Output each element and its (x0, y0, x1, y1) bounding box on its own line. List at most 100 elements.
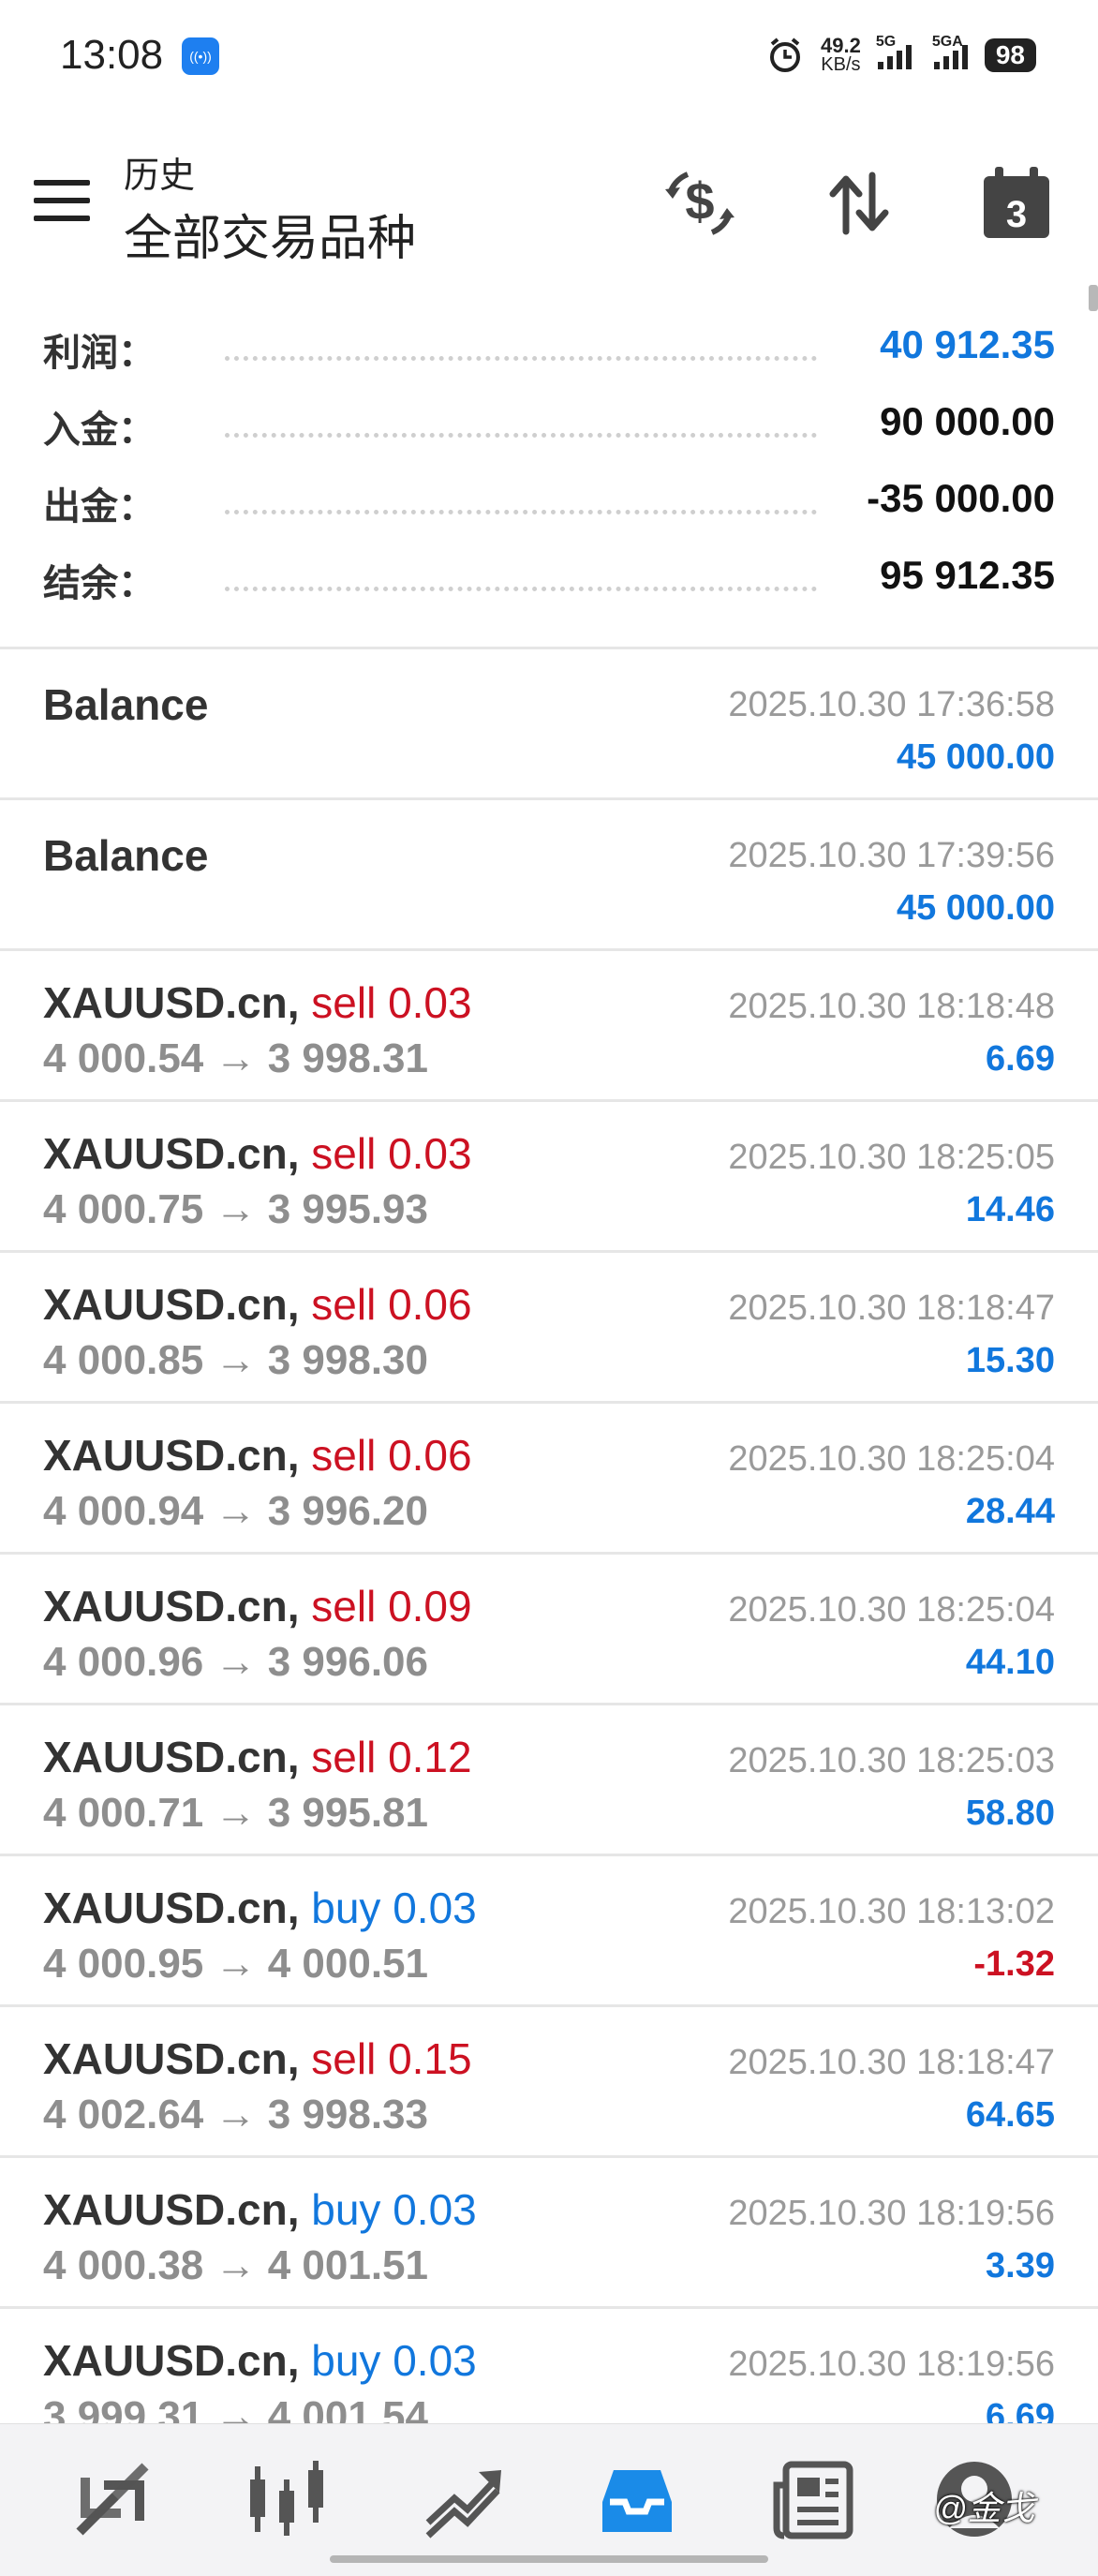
deal-time: 2025.10.30 18:18:47 (728, 1288, 1055, 1328)
deal-symbol: XAUUSD.cn, sell 0.03 (43, 978, 472, 1027)
scrollbar[interactable] (1089, 285, 1098, 311)
deal-time: 2025.10.30 18:18:48 (728, 987, 1055, 1026)
nav-chart[interactable] (240, 2452, 334, 2546)
page-subtitle: 历史 (124, 156, 196, 196)
deal-profit: 64.65 (965, 2095, 1055, 2135)
deal-prices: 4 000.38 → 4 001.51 (43, 2242, 428, 2288)
deal-symbol: XAUUSD.cn, sell 0.06 (43, 1431, 472, 1480)
deal-row[interactable]: XAUUSD.cn, sell 0.06 4 000.85 → 3 998.30… (0, 1250, 1098, 1401)
history-list: Balance 2025.10.30 17:36:58 45 000.00 Ba… (0, 647, 1098, 2457)
deal-prices: 4 000.94 → 3 996.20 (43, 1488, 428, 1534)
hotspot-icon: ((•)) (182, 37, 219, 75)
status-time: 13:08 (60, 32, 164, 78)
nav-trade[interactable] (416, 2452, 510, 2546)
summary-label: 利润： (43, 333, 156, 374)
deal-symbol: XAUUSD.cn, sell 0.03 (43, 1129, 472, 1178)
sort-button[interactable] (817, 161, 901, 246)
deal-profit: -1.32 (973, 1944, 1055, 1984)
home-indicator[interactable] (330, 2555, 768, 2563)
summary-label: 入金： (43, 409, 156, 451)
deal-row[interactable]: XAUUSD.cn, sell 0.09 4 000.96 → 3 996.06… (0, 1552, 1098, 1703)
summary-withdrawal-row: 出金： -35 000.00 (0, 463, 1098, 540)
deal-row[interactable]: XAUUSD.cn, sell 0.15 4 002.64 → 3 998.33… (0, 2004, 1098, 2155)
sort-icon (829, 171, 889, 235)
deal-profit: 44.10 (965, 1643, 1055, 1682)
history-summary: 利润： 40 912.35 入金： 90 000.00 出金： -35 000.… (0, 309, 1098, 617)
deal-time: 2025.10.30 18:18:47 (728, 2043, 1055, 2082)
dotted-leader (225, 356, 817, 361)
nav-news[interactable] (766, 2452, 860, 2546)
deal-prices: 4 000.75 → 3 995.93 (43, 1186, 428, 1232)
deal-time: 2025.10.30 18:25:03 (728, 1741, 1055, 1780)
summary-deposit-row: 入金： 90 000.00 (0, 386, 1098, 463)
nav-quotes[interactable] (66, 2452, 159, 2546)
quotes-icon (76, 2463, 149, 2536)
menu-icon[interactable] (34, 180, 90, 221)
deal-time: 2025.10.30 18:19:56 (728, 2194, 1055, 2233)
deal-profit: 14.46 (965, 1190, 1055, 1229)
deal-side: sell 0.12 (311, 1733, 472, 1781)
chart-icon (250, 2461, 323, 2536)
deal-symbol: XAUUSD.cn, sell 0.12 (43, 1733, 472, 1781)
deal-prices: 4 000.85 → 3 998.30 (43, 1337, 428, 1383)
deal-time: 2025.10.30 18:19:56 (728, 2345, 1055, 2384)
balance-amount: 45 000.00 (896, 737, 1055, 777)
network-speed: 49.2 KB/s (821, 34, 861, 75)
balance-filter-button[interactable]: $ (658, 161, 742, 246)
deal-row[interactable]: XAUUSD.cn, buy 0.03 4 000.38 → 4 001.51 … (0, 2155, 1098, 2306)
deal-row[interactable]: XAUUSD.cn, sell 0.12 4 000.71 → 3 995.81… (0, 1703, 1098, 1854)
signal-5ga-icon: 5GA (932, 34, 968, 69)
deal-side: buy 0.03 (311, 2185, 477, 2234)
battery-indicator: 98 (984, 38, 1036, 72)
calendar-icon: 3 (984, 167, 1049, 238)
deal-time: 2025.10.30 18:13:02 (728, 1892, 1055, 1931)
balance-row[interactable]: Balance 2025.10.30 17:39:56 45 000.00 (0, 797, 1098, 948)
summary-label: 出金： (43, 486, 156, 528)
svg-text:3: 3 (1006, 194, 1027, 235)
deal-row[interactable]: XAUUSD.cn, sell 0.06 4 000.94 → 3 996.20… (0, 1401, 1098, 1552)
deal-time: 2025.10.30 18:25:05 (728, 1138, 1055, 1177)
news-icon (773, 2461, 853, 2539)
history-icon (602, 2470, 672, 2532)
deal-prices: 4 000.71 → 3 995.81 (43, 1790, 428, 1836)
dollar-exchange-icon: $ (665, 171, 734, 235)
deal-symbol: XAUUSD.cn, sell 0.09 (43, 1582, 472, 1630)
summary-balance-row: 结余： 95 912.35 (0, 540, 1098, 617)
deal-side: sell 0.06 (311, 1431, 472, 1480)
deal-symbol: XAUUSD.cn, buy 0.03 (43, 1884, 477, 1932)
deal-symbol: XAUUSD.cn, buy 0.03 (43, 2336, 477, 2385)
summary-profit-row: 利润： 40 912.35 (0, 309, 1098, 386)
deal-side: sell 0.03 (311, 978, 472, 1027)
summary-deposit-value: 90 000.00 (880, 399, 1055, 443)
balance-title: Balance (43, 680, 209, 729)
deal-side: buy 0.03 (311, 2336, 477, 2385)
deal-symbol: XAUUSD.cn, sell 0.15 (43, 2034, 472, 2083)
date-range-button[interactable]: 3 (974, 161, 1059, 246)
watermark-text: @金戈 (933, 2489, 1035, 2527)
alarm-icon (770, 37, 801, 72)
signal-5g-icon: 5G (876, 34, 912, 69)
summary-label: 结余： (43, 563, 156, 604)
deal-row[interactable]: XAUUSD.cn, buy 0.03 4 000.95 → 4 000.51 … (0, 1854, 1098, 2004)
deal-prices: 4 002.64 → 3 998.33 (43, 2092, 428, 2137)
balance-row[interactable]: Balance 2025.10.30 17:36:58 45 000.00 (0, 647, 1098, 797)
app-header: 历史 全部交易品种 $ 3 (0, 141, 1098, 281)
deal-time: 2025.10.30 17:36:58 (728, 685, 1055, 724)
deal-side: sell 0.03 (311, 1129, 472, 1178)
deal-side: sell 0.09 (311, 1582, 472, 1630)
trade-icon (425, 2470, 501, 2539)
deal-profit: 28.44 (965, 1492, 1055, 1531)
summary-balance-value: 95 912.35 (880, 553, 1055, 597)
balance-amount: 45 000.00 (896, 888, 1055, 928)
deal-time: 2025.10.30 18:25:04 (728, 1439, 1055, 1479)
deal-time: 2025.10.30 18:25:04 (728, 1590, 1055, 1630)
page-title[interactable]: 全部交易品种 (124, 199, 416, 269)
summary-profit-value: 40 912.35 (880, 322, 1055, 366)
deal-row[interactable]: XAUUSD.cn, sell 0.03 4 000.54 → 3 998.31… (0, 948, 1098, 1099)
deal-prices: 4 000.96 → 3 996.06 (43, 1639, 428, 1685)
deal-row[interactable]: XAUUSD.cn, sell 0.03 4 000.75 → 3 995.93… (0, 1099, 1098, 1250)
nav-history[interactable] (590, 2452, 684, 2546)
dotted-leader (225, 510, 817, 514)
balance-title: Balance (43, 831, 209, 880)
summary-withdrawal-value: -35 000.00 (867, 476, 1055, 520)
